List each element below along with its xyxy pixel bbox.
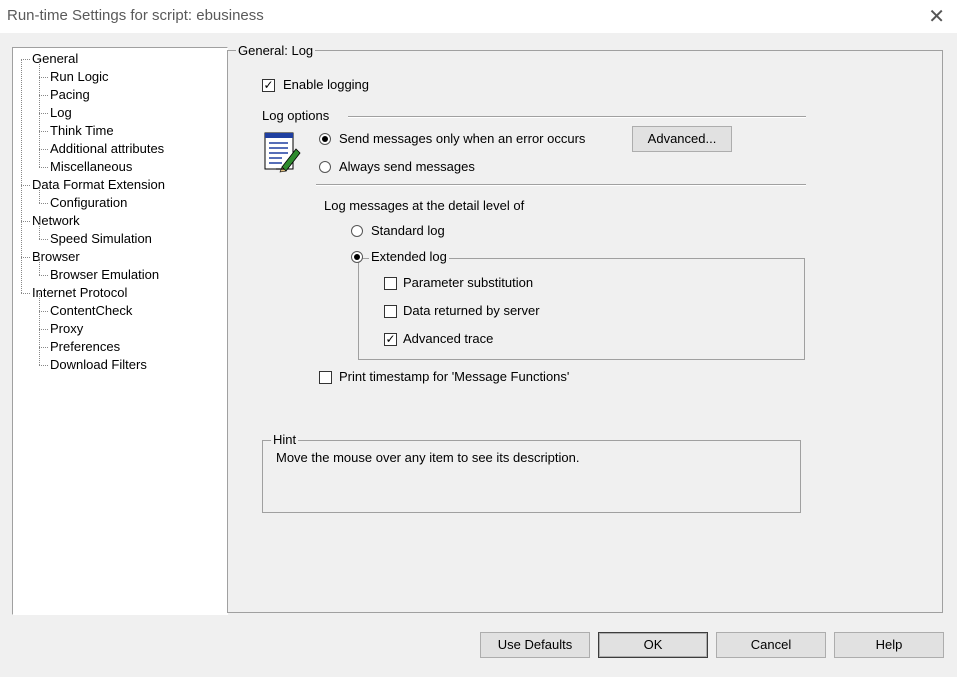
- tree-connector: [39, 347, 48, 348]
- advanced-trace-label[interactable]: Advanced trace: [403, 331, 493, 346]
- tree-connector: [39, 293, 40, 311]
- tree-item-log[interactable]: Log: [50, 104, 72, 122]
- send-on-error-radio[interactable]: [319, 133, 331, 145]
- tree-connector: [39, 59, 40, 77]
- tree-connector: [39, 311, 48, 312]
- advanced-trace-checkbox[interactable]: ✓: [384, 333, 397, 346]
- print-timestamp-label[interactable]: Print timestamp for 'Message Functions': [339, 369, 569, 384]
- advanced-button[interactable]: Advanced...: [632, 126, 732, 152]
- help-button[interactable]: Help: [834, 632, 944, 658]
- log-options-label: Log options: [262, 108, 330, 123]
- extended-log-radio[interactable]: [351, 251, 363, 263]
- tree-connector: [21, 257, 30, 258]
- extended-log-label[interactable]: Extended log: [369, 249, 449, 264]
- tree-connector: [39, 77, 40, 95]
- hint-label: Hint: [271, 432, 299, 447]
- tree-connector: [39, 365, 48, 366]
- tree-item-speed-simulation[interactable]: Speed Simulation: [50, 230, 152, 248]
- tree-connector: [39, 203, 48, 204]
- close-icon[interactable]: ✕: [928, 4, 945, 29]
- tree-connector: [39, 95, 40, 113]
- log-notebook-icon: [264, 132, 301, 173]
- tree-connector: [39, 149, 40, 167]
- tree-item-internet-protocol[interactable]: Internet Protocol: [32, 284, 127, 302]
- ok-button[interactable]: OK: [598, 632, 708, 658]
- tree-connector: [39, 95, 48, 96]
- window-title: Run-time Settings for script: ebusiness: [7, 7, 264, 24]
- tree-item-think-time[interactable]: Think Time: [50, 122, 114, 140]
- parameter-substitution-label[interactable]: Parameter substitution: [403, 275, 533, 290]
- tree-item-data-format-extension[interactable]: Data Format Extension: [32, 176, 165, 194]
- enable-logging-checkbox[interactable]: ✓: [262, 79, 275, 92]
- data-returned-label[interactable]: Data returned by server: [403, 303, 540, 318]
- tree-item-run-logic[interactable]: Run Logic: [50, 68, 109, 86]
- tree-connector: [21, 293, 30, 294]
- tree-connector: [21, 185, 30, 186]
- use-defaults-button[interactable]: Use Defaults: [480, 632, 590, 658]
- title-bar: Run-time Settings for script: ebusiness …: [0, 0, 957, 33]
- tree-connector: [39, 221, 40, 239]
- log-options-divider: [348, 116, 806, 118]
- log-options-bottom-divider: [316, 184, 806, 186]
- print-timestamp-checkbox[interactable]: [319, 371, 332, 384]
- tree-item-contentcheck[interactable]: ContentCheck: [50, 302, 132, 320]
- tree-connector: [39, 149, 48, 150]
- tree-connector: [21, 59, 30, 60]
- always-send-radio[interactable]: [319, 161, 331, 173]
- settings-tree[interactable]: General Run Logic Pacing Log Think Time Addit…: [12, 47, 228, 615]
- tree-connector: [39, 167, 48, 168]
- detail-level-label: Log messages at the detail level of: [324, 198, 525, 213]
- tree-item-additional-attributes[interactable]: Additional attributes: [50, 140, 164, 158]
- tree-item-pacing[interactable]: Pacing: [50, 86, 90, 104]
- tree-item-browser-emulation[interactable]: Browser Emulation: [50, 266, 159, 284]
- panel-title: General: Log: [236, 43, 316, 58]
- tree-connector: [39, 131, 48, 132]
- tree-connector: [21, 221, 30, 222]
- tree-connector: [39, 113, 40, 131]
- send-on-error-label[interactable]: Send messages only when an error occurs: [339, 131, 585, 146]
- data-returned-checkbox[interactable]: [384, 305, 397, 318]
- tree-connector: [39, 329, 48, 330]
- tree-connector: [39, 275, 48, 276]
- tree-item-configuration[interactable]: Configuration: [50, 194, 127, 212]
- tree-connector: [39, 257, 40, 275]
- always-send-label[interactable]: Always send messages: [339, 159, 475, 174]
- standard-log-radio[interactable]: [351, 225, 363, 237]
- tree-connector: [39, 113, 48, 114]
- tree-connector: [39, 77, 48, 78]
- cancel-button[interactable]: Cancel: [716, 632, 826, 658]
- parameter-substitution-checkbox[interactable]: [384, 277, 397, 290]
- tree-item-download-filters[interactable]: Download Filters: [50, 356, 147, 374]
- tree-connector: [39, 131, 40, 149]
- tree-item-proxy[interactable]: Proxy: [50, 320, 83, 338]
- tree-connector: [39, 347, 40, 365]
- hint-text: Move the mouse over any item to see its …: [276, 450, 580, 465]
- tree-connector: [39, 311, 40, 329]
- enable-logging-label[interactable]: Enable logging: [283, 77, 369, 92]
- tree-item-miscellaneous[interactable]: Miscellaneous: [50, 158, 132, 176]
- tree-connector: [39, 239, 48, 240]
- tree-connector: [39, 329, 40, 347]
- tree-item-preferences[interactable]: Preferences: [50, 338, 120, 356]
- tree-connector: [39, 185, 40, 203]
- standard-log-label[interactable]: Standard log: [371, 223, 445, 238]
